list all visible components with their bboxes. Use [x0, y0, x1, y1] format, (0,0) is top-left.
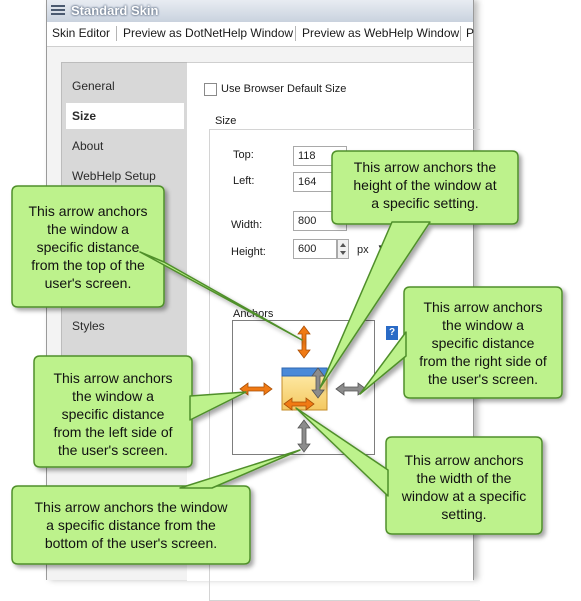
callout-left-text: This arrow anchors the window a specific… — [53, 370, 173, 458]
callout-right-pointer — [359, 331, 407, 395]
callout-left-pointer — [189, 391, 247, 421]
callout-width-text: This arrow anchors the width of the wind… — [401, 452, 527, 522]
top-anchor-arrow-icon[interactable] — [297, 325, 311, 359]
callout-width-pointer — [295, 407, 389, 497]
callout-top-text: This arrow anchors the window a specific… — [28, 203, 148, 291]
bottom-anchor-arrow-icon — [297, 419, 311, 453]
callout-right-text: This arrow anchors the window a specific… — [419, 299, 547, 387]
callout-bottom-pointer — [179, 449, 301, 489]
callout-bottom-text: This arrow anchors the window a specific… — [34, 499, 228, 551]
callout-height-text: This arrow anchors the height of the win… — [353, 159, 497, 211]
